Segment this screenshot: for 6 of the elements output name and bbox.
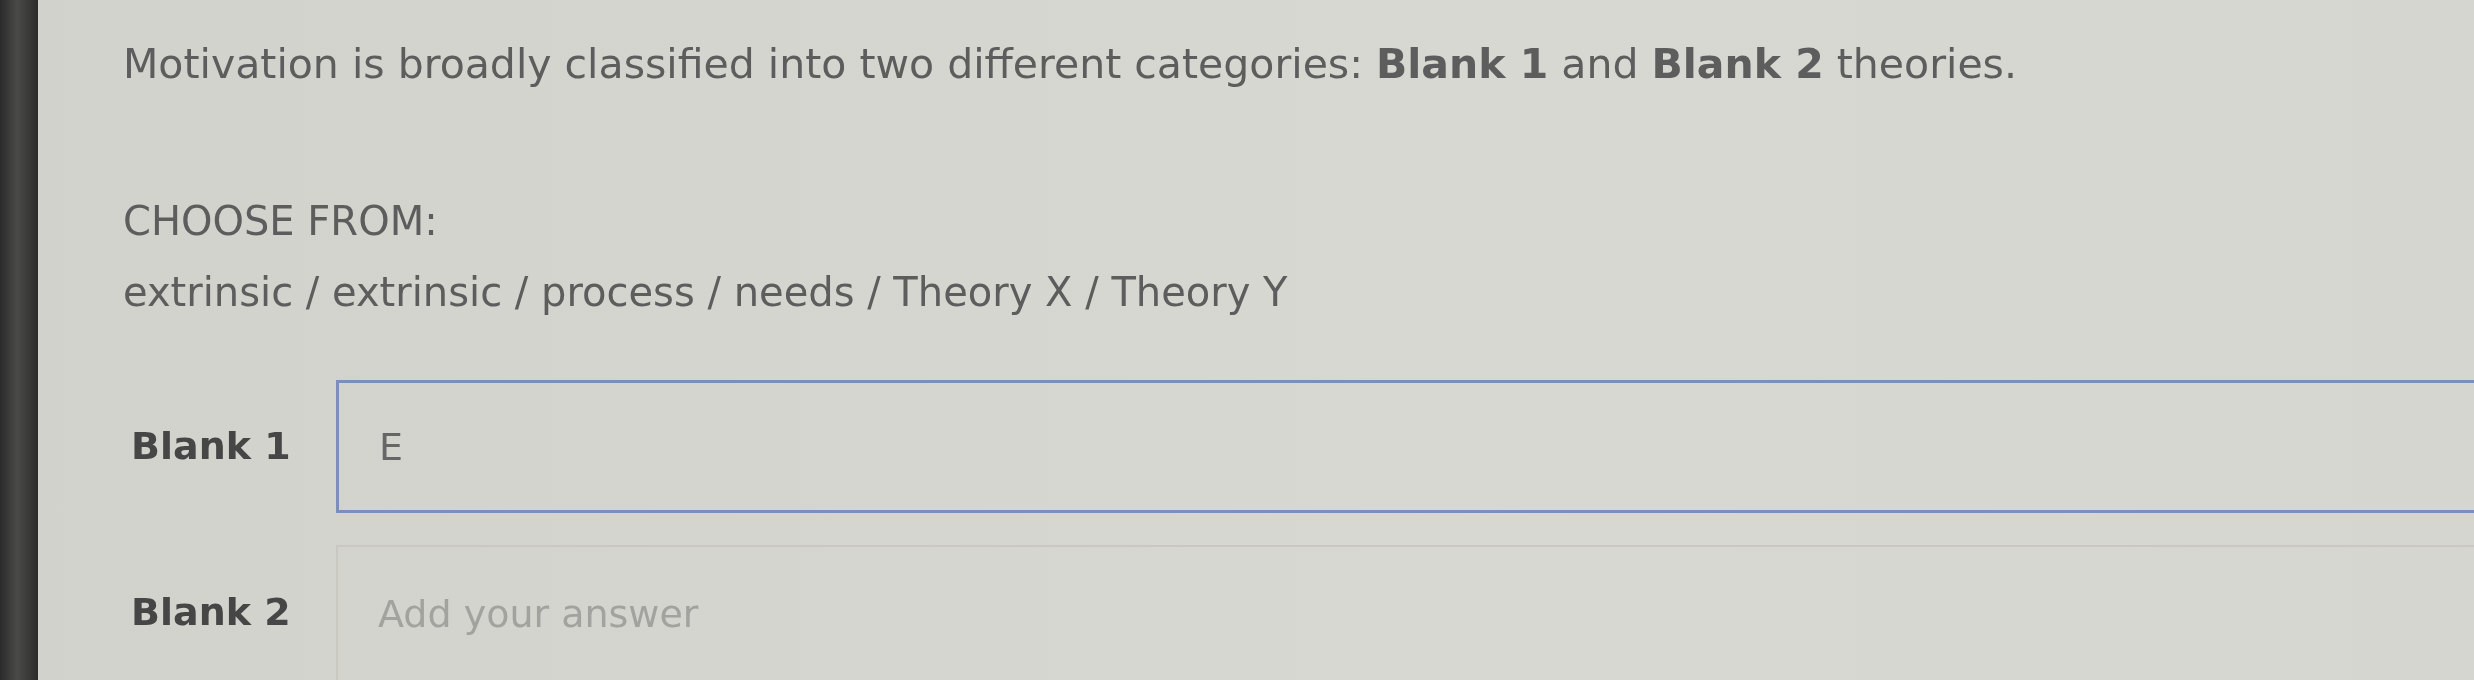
choices-heading: CHOOSE FROM: xyxy=(123,197,439,246)
question-text: Motivation is broadly classified into two different categories: Blank 1 and Blank 2 theories. xyxy=(123,39,2018,90)
answer-field[interactable]: E xyxy=(336,380,2474,513)
blank-label: Blank 1 xyxy=(130,423,292,470)
choices-list: extrinsic / extrinsic / process / needs / Theory X / Theory Y xyxy=(123,266,2474,318)
blank-label: Blank 2 xyxy=(130,589,292,636)
